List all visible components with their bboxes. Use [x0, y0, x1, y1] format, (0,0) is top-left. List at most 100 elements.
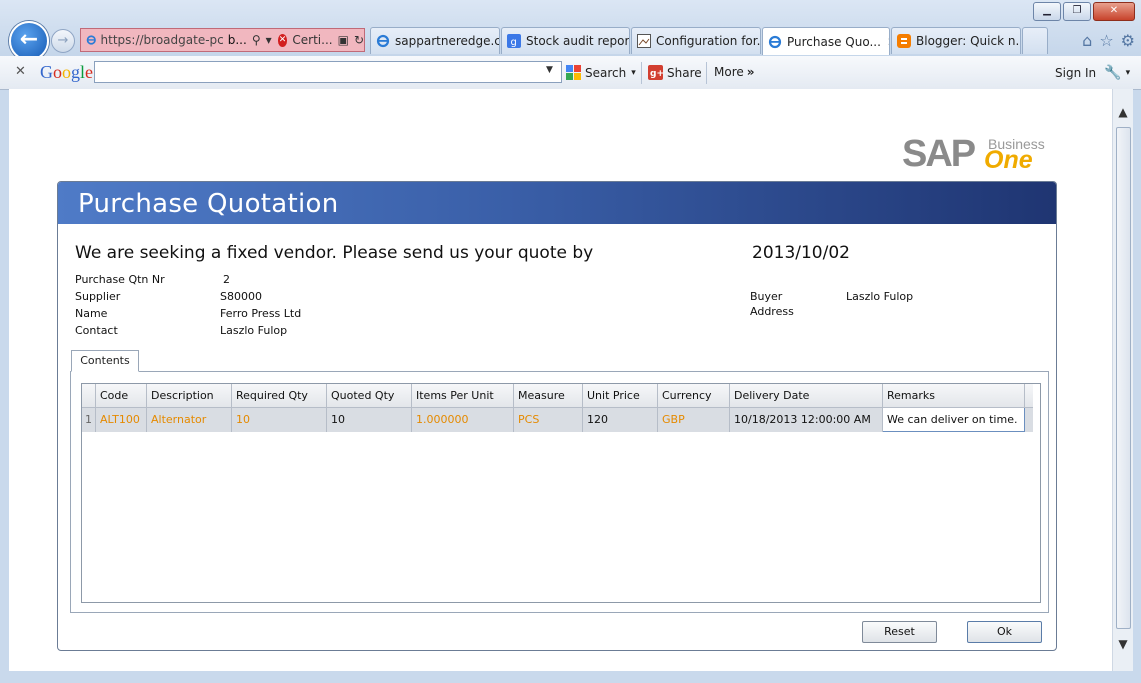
- google-plus-icon: g+: [648, 65, 663, 80]
- certificate-error-icon[interactable]: ✕: [277, 33, 288, 47]
- logo-one-text: One: [984, 146, 1033, 174]
- column-header-measure[interactable]: Measure: [513, 384, 583, 408]
- share-label: Share: [667, 65, 702, 80]
- tab-configuration[interactable]: Configuration for...: [631, 27, 761, 54]
- address-bar[interactable]: https://broadgate-pc b... ⚲ ▾ ✕ Certi...…: [80, 28, 365, 52]
- form-title: Purchase Quotation: [78, 189, 339, 219]
- wrench-icon[interactable]: 🔧: [1104, 65, 1121, 81]
- close-window-icon[interactable]: ✕: [1093, 2, 1135, 21]
- share-button[interactable]: g+ Share: [648, 65, 702, 80]
- tab-label: Configuration for...: [656, 34, 761, 48]
- divider: [706, 62, 707, 84]
- cell-required-qty[interactable]: 10: [231, 407, 327, 432]
- qtn-nr-label: Purchase Qtn Nr: [75, 273, 165, 286]
- address-url: https://broadgate-pc: [100, 33, 224, 47]
- column-header-delivery-date[interactable]: Delivery Date: [729, 384, 883, 408]
- row-number-header: [82, 384, 96, 408]
- cell-unit-price[interactable]: 120: [582, 407, 658, 432]
- sign-in-button[interactable]: Sign In 🔧 ▾: [1055, 65, 1130, 81]
- maximize-icon[interactable]: ❐: [1063, 2, 1091, 21]
- column-header-quoted-qty[interactable]: Quoted Qty: [326, 384, 412, 408]
- scroll-thumb[interactable]: [1116, 127, 1131, 629]
- search-button[interactable]: Search ▾: [566, 65, 636, 80]
- tab-sappartneredge[interactable]: sappartneredge.c...: [370, 27, 500, 54]
- browser-tools: ⌂ ☆ ⚙: [1082, 31, 1135, 50]
- header-filler: [1024, 384, 1033, 408]
- refresh-icon[interactable]: ↻: [354, 33, 364, 47]
- column-header-description[interactable]: Description: [146, 384, 232, 408]
- cell-currency[interactable]: GBP: [657, 407, 730, 432]
- column-header-code[interactable]: Code: [95, 384, 147, 408]
- cell-code[interactable]: ALT100: [95, 407, 147, 432]
- more-button[interactable]: More »: [714, 65, 755, 79]
- web-page: SAP Business One Purchase Quotation We a…: [9, 89, 1112, 671]
- row-number: 1: [82, 407, 96, 432]
- column-header-unit-price[interactable]: Unit Price: [582, 384, 658, 408]
- items-table: Code Description Required Qty Quoted Qty…: [82, 384, 1033, 432]
- cell-delivery-date[interactable]: 10/18/2013 12:00:00 AM: [729, 407, 883, 432]
- qtn-nr-value: 2: [223, 273, 230, 286]
- dropdown-arrow-icon[interactable]: ▾: [266, 33, 272, 47]
- google-search-input[interactable]: [94, 61, 562, 83]
- sign-in-label: Sign In: [1055, 66, 1097, 80]
- buyer-value: Laszlo Fulop: [846, 290, 914, 303]
- tab-label: Purchase Quo...: [787, 34, 881, 49]
- forward-arrow-icon[interactable]: →: [51, 29, 75, 53]
- contact-label: Contact: [75, 324, 118, 337]
- google-toolbar: ✕ Google ▼ Search ▾ g+ Share More » Sign…: [0, 56, 1141, 90]
- column-header-required-qty[interactable]: Required Qty: [231, 384, 327, 408]
- column-header-items-per-unit[interactable]: Items Per Unit: [411, 384, 514, 408]
- back-arrow-icon[interactable]: ←: [9, 21, 49, 61]
- tab-blogger[interactable]: Blogger: Quick n...: [891, 27, 1021, 54]
- search-icon[interactable]: ⚲: [252, 33, 261, 47]
- home-icon[interactable]: ⌂: [1082, 31, 1092, 50]
- vertical-scrollbar[interactable]: ▲ ▼: [1112, 89, 1133, 671]
- tab-label: sappartneredge.c...: [395, 34, 500, 48]
- close-tab-icon[interactable]: ✕: [887, 35, 889, 49]
- google-icon: g: [507, 34, 521, 48]
- supplier-label: Supplier: [75, 290, 121, 303]
- tab-stock-audit[interactable]: g Stock audit repor...: [501, 27, 630, 54]
- supplier-value: S80000: [220, 290, 262, 303]
- double-chevron-right-icon: »: [746, 65, 755, 79]
- search-label: Search: [585, 65, 627, 80]
- minimize-icon[interactable]: ▁: [1033, 2, 1061, 21]
- scroll-down-icon[interactable]: ▼: [1113, 637, 1133, 651]
- svg-text:g+: g+: [650, 69, 663, 79]
- cell-description[interactable]: Alternator: [146, 407, 232, 432]
- purchase-quotation-form: Purchase Quotation We are seeking a fixe…: [57, 181, 1057, 651]
- row-filler: [1024, 407, 1033, 432]
- cell-measure[interactable]: PCS: [513, 407, 583, 432]
- compat-view-icon[interactable]: ▣: [338, 33, 349, 47]
- chevron-down-icon[interactable]: ▾: [631, 68, 636, 78]
- blogger-icon: [897, 34, 911, 48]
- svg-text:g: g: [511, 37, 517, 48]
- ok-button[interactable]: Ok: [967, 621, 1042, 643]
- ie-icon: [768, 35, 782, 48]
- favorites-star-icon[interactable]: ☆: [1099, 31, 1113, 50]
- cell-remarks[interactable]: We can deliver on time.: [882, 407, 1025, 432]
- address-label: Address: [750, 305, 794, 318]
- divider: [641, 62, 642, 84]
- chevron-down-icon[interactable]: ▾: [1126, 68, 1131, 78]
- contents-grid: Code Description Required Qty Quoted Qty…: [81, 383, 1041, 603]
- column-header-currency[interactable]: Currency: [657, 384, 730, 408]
- settings-gear-icon[interactable]: ⚙: [1121, 31, 1135, 50]
- buyer-label: Buyer: [750, 290, 783, 303]
- chevron-down-icon[interactable]: ▼: [546, 65, 553, 75]
- table-row[interactable]: 1 ALT100 Alternator 10 10 1.000000 PCS 1…: [82, 407, 1033, 432]
- tab-purchase-quotation[interactable]: Purchase Quo... ✕: [762, 27, 890, 55]
- scroll-up-icon[interactable]: ▲: [1113, 105, 1133, 119]
- ie-icon: [86, 35, 96, 45]
- cert-error-label[interactable]: Certi...: [292, 33, 332, 47]
- address-host: b...: [227, 33, 247, 47]
- sap-business-one-logo: SAP Business One: [902, 133, 1054, 174]
- new-tab-button[interactable]: [1022, 27, 1048, 54]
- tab-contents[interactable]: Contents: [71, 350, 139, 372]
- cell-quoted-qty[interactable]: 10: [326, 407, 412, 432]
- cell-items-per-unit[interactable]: 1.000000: [411, 407, 514, 432]
- tab-label: Stock audit repor...: [526, 34, 630, 48]
- close-toolbar-icon[interactable]: ✕: [15, 64, 26, 79]
- reset-button[interactable]: Reset: [862, 621, 937, 643]
- column-header-remarks[interactable]: Remarks: [882, 384, 1025, 408]
